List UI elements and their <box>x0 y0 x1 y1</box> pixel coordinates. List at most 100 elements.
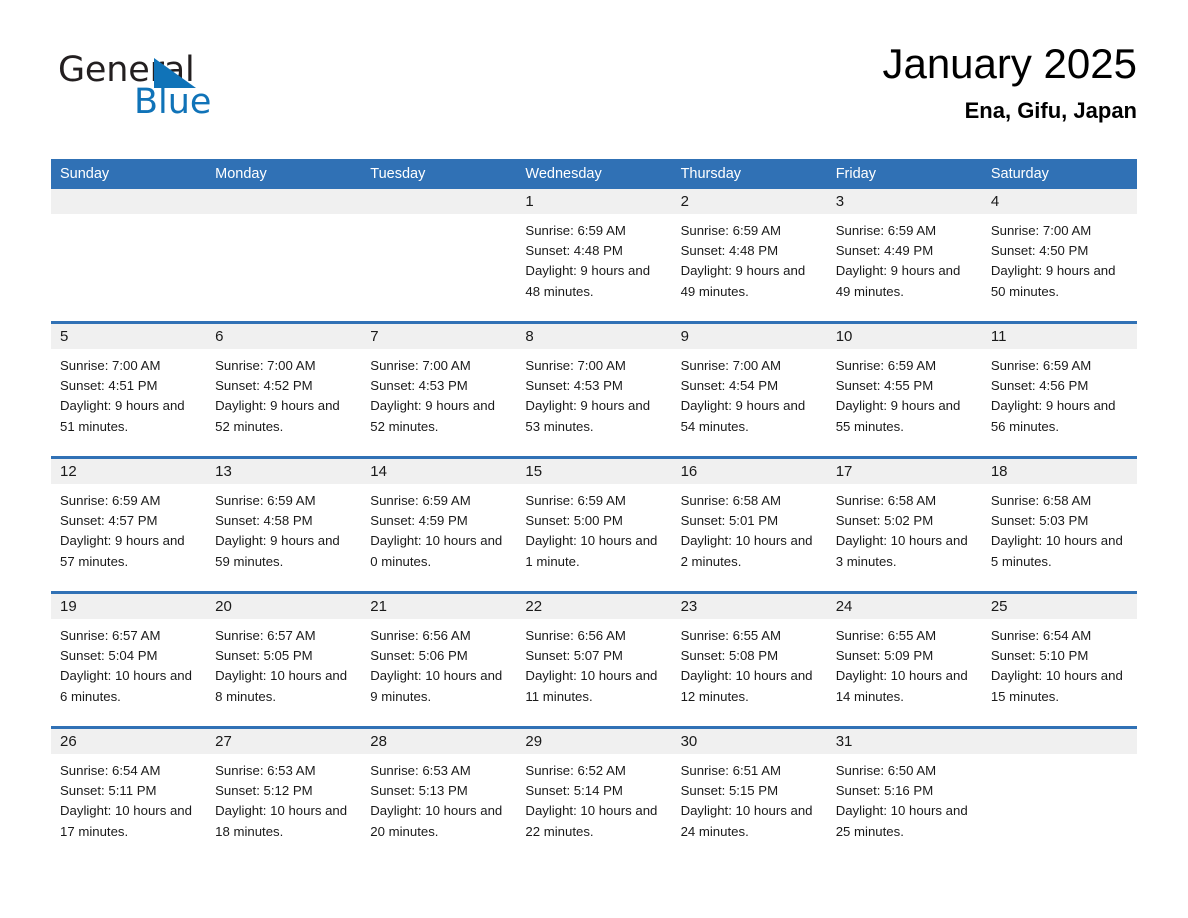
calendar-day-cell[interactable]: 17 Sunrise: 6:58 AM Sunset: 5:02 PM Dayligh… <box>826 459 982 591</box>
sunset-text: Sunset: 4:54 PM <box>680 378 779 394</box>
calendar-day-cell[interactable]: 18 Sunrise: 6:58 AM Sunset: 5:03 PM Dayligh… <box>981 459 1137 591</box>
calendar-day-cell[interactable]: 30 Sunrise: 6:51 AM Sunset: 5:15 PM Dayligh… <box>671 729 827 843</box>
sunrise-text: Sunrise: 6:54 AM <box>60 763 161 778</box>
calendar-week-row: 5 Sunrise: 7:00 AM Sunset: 4:51 PM Daylight… <box>51 321 1137 456</box>
calendar-day-cell[interactable]: 26 Sunrise: 6:54 AM Sunset: 5:11 PM Dayligh… <box>51 729 207 843</box>
day-details: Sunrise: 6:54 AM Sunset: 5:11 PM Daylight:… <box>51 754 206 842</box>
page-header: General Blue January 2025 Ena, Gifu, Jap… <box>51 38 1137 148</box>
day-details: Sunrise: 6:59 AM Sunset: 4:48 PM Daylight:… <box>672 214 827 302</box>
sunset-text: Sunset: 4:59 PM <box>370 513 468 529</box>
calendar-week-row: 1 Sunrise: 6:59 AM Sunset: 4:48 PM Daylight… <box>51 189 1137 321</box>
calendar-day-cell[interactable]: 15 Sunrise: 6:59 AM Sunset: 5:00 PM Dayligh… <box>516 459 672 591</box>
calendar-day-cell[interactable]: 22 Sunrise: 6:56 AM Sunset: 5:07 PM Dayligh… <box>516 594 672 726</box>
calendar-day-cell[interactable]: 20 Sunrise: 6:57 AM Sunset: 5:05 PM Dayligh… <box>206 594 362 726</box>
day-details: Sunrise: 6:59 AM Sunset: 4:56 PM Daylight:… <box>982 349 1137 437</box>
daylight-text: Daylight: 10 hours and 17 minutes. <box>60 803 192 839</box>
day-number: 12 <box>51 459 207 484</box>
day-details: Sunrise: 7:00 AM Sunset: 4:52 PM Daylight:… <box>206 349 361 437</box>
day-details: Sunrise: 6:55 AM Sunset: 5:09 PM Daylight:… <box>827 619 982 707</box>
calendar-day-cell[interactable]: 12 Sunrise: 6:59 AM Sunset: 4:57 PM Dayligh… <box>51 459 207 591</box>
calendar-day-cell[interactable]: 9 Sunrise: 7:00 AM Sunset: 4:54 PM Daylight… <box>671 324 827 456</box>
sunrise-text: Sunrise: 6:57 AM <box>215 628 316 643</box>
sunrise-text: Sunrise: 6:59 AM <box>525 223 626 238</box>
calendar-day-cell[interactable]: 27 Sunrise: 6:53 AM Sunset: 5:12 PM Dayligh… <box>206 729 362 843</box>
sunset-text: Sunset: 5:09 PM <box>835 648 934 664</box>
sunrise-text: Sunrise: 6:54 AM <box>990 628 1092 643</box>
day-number: 29 <box>516 729 672 754</box>
daylight-text: Daylight: 10 hours and 15 minutes. <box>990 668 1123 704</box>
sunset-text: Sunset: 4:58 PM <box>215 513 313 529</box>
calendar-day-cell-empty <box>361 189 517 321</box>
sunset-text: Sunset: 5:04 PM <box>60 648 158 664</box>
daylight-text: Daylight: 10 hours and 14 minutes. <box>835 668 968 704</box>
calendar-day-cell[interactable]: 14 Sunrise: 6:59 AM Sunset: 4:59 PM Dayligh… <box>361 459 517 591</box>
calendar-day-cell[interactable]: 11 Sunrise: 6:59 AM Sunset: 4:56 PM Dayligh… <box>981 324 1137 456</box>
day-number: 1 <box>516 189 672 214</box>
sunrise-text: Sunrise: 6:58 AM <box>835 493 937 508</box>
calendar-day-cell[interactable]: 4 Sunrise: 7:00 AM Sunset: 4:50 PM Daylight… <box>981 189 1137 321</box>
calendar-day-cell[interactable]: 5 Sunrise: 7:00 AM Sunset: 4:51 PM Daylight… <box>51 324 207 456</box>
sunset-text: Sunset: 5:16 PM <box>835 783 934 799</box>
day-details: Sunrise: 7:00 AM Sunset: 4:54 PM Daylight:… <box>672 349 827 437</box>
day-number: 23 <box>671 594 827 619</box>
sunset-text: Sunset: 5:13 PM <box>370 783 468 799</box>
calendar-day-cell[interactable]: 19 Sunrise: 6:57 AM Sunset: 5:04 PM Dayligh… <box>51 594 207 726</box>
calendar-day-cell-empty <box>206 189 362 321</box>
daylight-text: Daylight: 10 hours and 3 minutes. <box>835 533 968 569</box>
day-number: 13 <box>206 459 362 484</box>
day-details: Sunrise: 6:53 AM Sunset: 5:13 PM Daylight:… <box>361 754 516 842</box>
daylight-text: Daylight: 10 hours and 20 minutes. <box>370 803 503 839</box>
day-number: 4 <box>981 189 1137 214</box>
day-details: Sunrise: 7:00 AM Sunset: 4:53 PM Daylight:… <box>516 349 671 437</box>
calendar-day-cell[interactable]: 25 Sunrise: 6:54 AM Sunset: 5:10 PM Dayligh… <box>981 594 1137 726</box>
brand-logo[interactable]: General Blue <box>58 50 318 134</box>
calendar-day-cell[interactable]: 13 Sunrise: 6:59 AM Sunset: 4:58 PM Dayligh… <box>206 459 362 591</box>
day-number: 21 <box>361 594 517 619</box>
calendar-day-cell[interactable]: 31 Sunrise: 6:50 AM Sunset: 5:16 PM Dayligh… <box>826 729 982 843</box>
calendar-day-cell[interactable]: 6 Sunrise: 7:00 AM Sunset: 4:52 PM Daylight… <box>206 324 362 456</box>
sunset-text: Sunset: 5:07 PM <box>525 648 623 664</box>
calendar-day-cell[interactable]: 23 Sunrise: 6:55 AM Sunset: 5:08 PM Dayligh… <box>671 594 827 726</box>
day-number: 10 <box>826 324 982 349</box>
day-details: Sunrise: 6:56 AM Sunset: 5:06 PM Daylight:… <box>361 619 516 707</box>
weekday-header-row: Sunday Monday Tuesday Wednesday Thursday… <box>51 159 1137 189</box>
sunset-text: Sunset: 4:57 PM <box>60 513 158 529</box>
sunrise-text: Sunrise: 6:52 AM <box>525 763 626 778</box>
day-number: 5 <box>51 324 207 349</box>
calendar-day-cell[interactable]: 7 Sunrise: 7:00 AM Sunset: 4:53 PM Daylight… <box>361 324 517 456</box>
sunrise-text: Sunrise: 7:00 AM <box>525 358 626 373</box>
daylight-text: Daylight: 9 hours and 59 minutes. <box>215 533 340 569</box>
calendar-day-cell[interactable]: 21 Sunrise: 6:56 AM Sunset: 5:06 PM Dayligh… <box>361 594 517 726</box>
day-number: 11 <box>981 324 1137 349</box>
day-details: Sunrise: 6:59 AM Sunset: 4:48 PM Daylight:… <box>516 214 671 302</box>
calendar-day-cell[interactable]: 10 Sunrise: 6:59 AM Sunset: 4:55 PM Dayligh… <box>826 324 982 456</box>
daylight-text: Daylight: 10 hours and 8 minutes. <box>215 668 348 704</box>
calendar-day-cell[interactable]: 8 Sunrise: 7:00 AM Sunset: 4:53 PM Daylight… <box>516 324 672 456</box>
day-number: 2 <box>671 189 827 214</box>
calendar-day-cell[interactable]: 28 Sunrise: 6:53 AM Sunset: 5:13 PM Dayligh… <box>361 729 517 843</box>
calendar-day-cell[interactable]: 2 Sunrise: 6:59 AM Sunset: 4:48 PM Daylight… <box>671 189 827 321</box>
sunrise-text: Sunrise: 6:59 AM <box>835 223 937 238</box>
day-number: 30 <box>671 729 827 754</box>
calendar-day-cell[interactable]: 24 Sunrise: 6:55 AM Sunset: 5:09 PM Dayligh… <box>826 594 982 726</box>
sunrise-text: Sunrise: 6:57 AM <box>60 628 161 643</box>
calendar-day-cell-empty <box>51 189 207 321</box>
sunset-text: Sunset: 4:55 PM <box>835 378 934 394</box>
day-number: 31 <box>826 729 982 754</box>
day-details: Sunrise: 6:58 AM Sunset: 5:02 PM Daylight:… <box>827 484 982 572</box>
calendar-day-cell[interactable]: 29 Sunrise: 6:52 AM Sunset: 5:14 PM Dayligh… <box>516 729 672 843</box>
day-number <box>206 189 362 214</box>
calendar-day-cell[interactable]: 3 Sunrise: 6:59 AM Sunset: 4:49 PM Daylight… <box>826 189 982 321</box>
day-number: 7 <box>361 324 517 349</box>
day-details: Sunrise: 6:58 AM Sunset: 5:03 PM Daylight:… <box>982 484 1137 572</box>
day-number: 26 <box>51 729 207 754</box>
daylight-text: Daylight: 9 hours and 50 minutes. <box>990 263 1116 299</box>
calendar-week-row: 26 Sunrise: 6:54 AM Sunset: 5:11 PM Dayligh… <box>51 726 1137 843</box>
weekday-header-friday: Friday <box>835 166 876 182</box>
sunset-text: Sunset: 4:48 PM <box>525 243 623 259</box>
day-details: Sunrise: 6:59 AM Sunset: 4:49 PM Daylight:… <box>827 214 982 302</box>
calendar-day-cell[interactable]: 16 Sunrise: 6:58 AM Sunset: 5:01 PM Dayligh… <box>671 459 827 591</box>
page-title: January 2025 <box>882 40 1137 87</box>
weekday-header-monday: Monday <box>215 166 267 182</box>
calendar-day-cell[interactable]: 1 Sunrise: 6:59 AM Sunset: 4:48 PM Daylight… <box>516 189 672 321</box>
